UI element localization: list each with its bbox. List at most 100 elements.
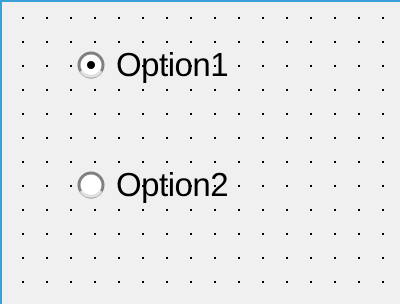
- grid-dot: [166, 17, 168, 19]
- grid-dot: [382, 17, 384, 19]
- grid-dot: [46, 185, 48, 187]
- grid-dot: [262, 17, 264, 19]
- grid-dot: [22, 65, 24, 67]
- grid-dot: [70, 65, 72, 67]
- grid-dot: [382, 89, 384, 91]
- grid-dot: [94, 257, 96, 259]
- grid-dot: [22, 281, 24, 283]
- grid-dot: [22, 185, 24, 187]
- grid-dot: [214, 233, 216, 235]
- radio-group: Option1 Option2: [76, 38, 376, 218]
- grid-dot: [262, 233, 264, 235]
- grid-dot: [238, 257, 240, 259]
- grid-dot: [262, 281, 264, 283]
- grid-dot: [358, 257, 360, 259]
- grid-dot: [70, 89, 72, 91]
- grid-dot: [358, 233, 360, 235]
- grid-dot: [286, 233, 288, 235]
- grid-dot: [46, 65, 48, 67]
- grid-dot: [166, 281, 168, 283]
- grid-dot: [70, 185, 72, 187]
- grid-dot: [70, 41, 72, 43]
- grid-dot: [382, 113, 384, 115]
- grid-dot: [358, 281, 360, 283]
- grid-dot: [70, 113, 72, 115]
- grid-dot: [46, 233, 48, 235]
- grid-dot: [46, 281, 48, 283]
- grid-dot: [70, 257, 72, 259]
- grid-dot: [22, 161, 24, 163]
- grid-dot: [46, 257, 48, 259]
- radio-option-label: Option1: [116, 46, 229, 83]
- grid-dot: [70, 17, 72, 19]
- grid-dot: [382, 41, 384, 43]
- grid-dot: [94, 281, 96, 283]
- grid-dot: [214, 281, 216, 283]
- grid-dot: [238, 281, 240, 283]
- form-designer-surface[interactable]: Option1 Option2: [0, 0, 400, 304]
- grid-dot: [166, 257, 168, 259]
- grid-dot: [118, 17, 120, 19]
- grid-dot: [334, 257, 336, 259]
- radio-option-label: Option2: [116, 166, 229, 203]
- grid-dot: [358, 17, 360, 19]
- grid-dot: [22, 209, 24, 211]
- grid-dot: [166, 233, 168, 235]
- grid-dot: [238, 233, 240, 235]
- radio-option-1[interactable]: Option1: [76, 46, 229, 83]
- grid-dot: [262, 257, 264, 259]
- grid-dot: [334, 233, 336, 235]
- grid-dot: [382, 257, 384, 259]
- grid-dot: [46, 209, 48, 211]
- grid-dot: [118, 281, 120, 283]
- grid-dot: [94, 233, 96, 235]
- grid-dot: [46, 161, 48, 163]
- radio-selected-dot: [87, 60, 95, 69]
- radio-button-icon[interactable]: [76, 170, 106, 200]
- grid-dot: [286, 281, 288, 283]
- grid-dot: [310, 257, 312, 259]
- grid-dot: [142, 17, 144, 19]
- grid-dot: [214, 257, 216, 259]
- grid-dot: [310, 17, 312, 19]
- grid-dot: [142, 233, 144, 235]
- grid-dot: [190, 17, 192, 19]
- grid-dot: [334, 281, 336, 283]
- grid-dot: [22, 233, 24, 235]
- grid-dot: [118, 257, 120, 259]
- grid-dot: [46, 113, 48, 115]
- grid-dot: [190, 233, 192, 235]
- radio-option-2[interactable]: Option2: [76, 166, 229, 203]
- grid-dot: [70, 281, 72, 283]
- grid-dot: [382, 137, 384, 139]
- grid-dot: [310, 233, 312, 235]
- grid-dot: [46, 17, 48, 19]
- grid-dot: [70, 233, 72, 235]
- grid-dot: [22, 137, 24, 139]
- grid-dot: [214, 17, 216, 19]
- grid-dot: [286, 257, 288, 259]
- grid-dot: [382, 209, 384, 211]
- grid-dot: [22, 89, 24, 91]
- grid-dot: [22, 257, 24, 259]
- grid-dot: [94, 17, 96, 19]
- grid-dot: [142, 257, 144, 259]
- grid-dot: [382, 233, 384, 235]
- grid-dot: [190, 281, 192, 283]
- grid-dot: [382, 185, 384, 187]
- radio-button-icon[interactable]: [76, 50, 106, 80]
- grid-dot: [382, 281, 384, 283]
- grid-dot: [142, 281, 144, 283]
- grid-dot: [190, 257, 192, 259]
- grid-dot: [70, 161, 72, 163]
- grid-dot: [382, 65, 384, 67]
- grid-dot: [22, 17, 24, 19]
- grid-dot: [382, 161, 384, 163]
- grid-dot: [310, 281, 312, 283]
- grid-dot: [22, 41, 24, 43]
- grid-dot: [22, 113, 24, 115]
- grid-dot: [118, 233, 120, 235]
- grid-dot: [46, 41, 48, 43]
- grid-dot: [334, 17, 336, 19]
- grid-dot: [238, 17, 240, 19]
